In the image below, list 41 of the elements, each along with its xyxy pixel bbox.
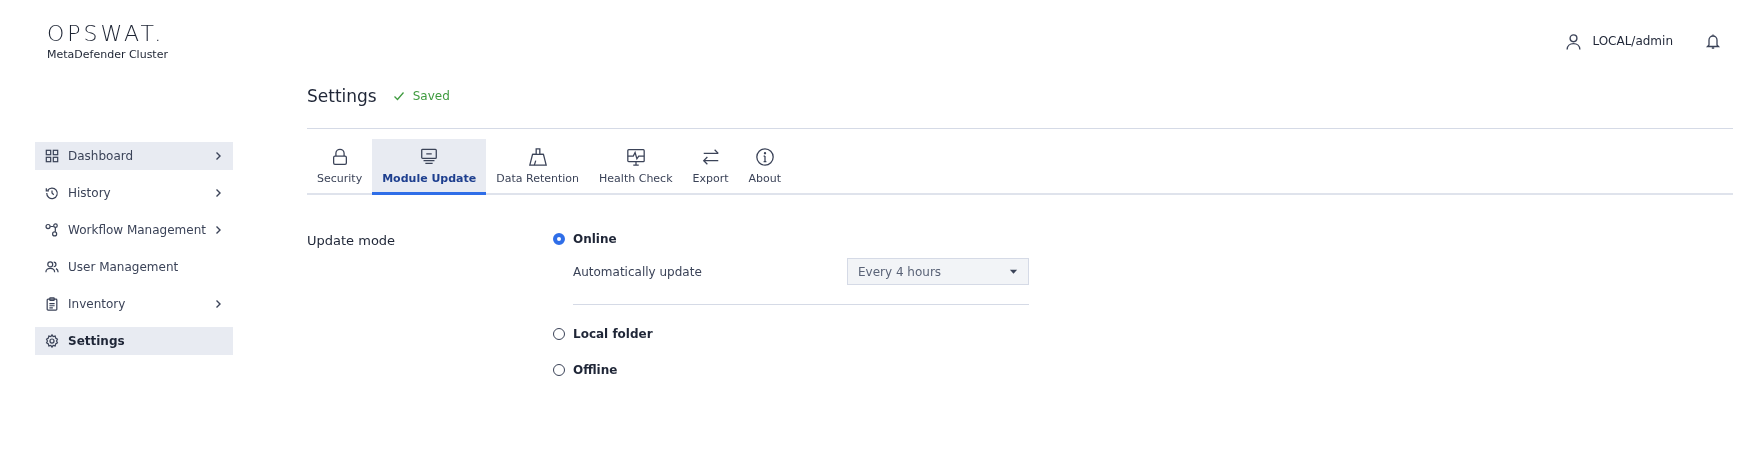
sidebar-item[interactable]: Inventory	[35, 290, 233, 318]
tab[interactable]: Data Retention	[486, 139, 590, 195]
grid-icon	[45, 149, 59, 163]
sidebar-item[interactable]: Dashboard	[35, 142, 233, 170]
caret-icon	[1009, 268, 1018, 275]
product-name: MetaDefender Cluster	[47, 48, 169, 61]
tab[interactable]: Module Update	[372, 139, 487, 195]
clipboard-icon	[45, 297, 59, 311]
heartbeat-monitor-icon	[625, 147, 646, 167]
page-title: Settings	[307, 86, 377, 106]
sidebar-item[interactable]: Workflow Management	[35, 216, 233, 244]
workflow-icon	[45, 223, 59, 237]
radio-label[interactable]: Offline	[573, 363, 618, 377]
info-icon	[754, 147, 775, 167]
logo: OPSWAT.	[47, 22, 166, 46]
tab[interactable]: About	[738, 139, 792, 195]
field-label: Update mode	[307, 232, 397, 250]
sidebar-item[interactable]: History	[35, 179, 233, 207]
notification-bell-icon[interactable]	[1705, 33, 1721, 49]
tab[interactable]: Export	[682, 139, 739, 195]
radio-button[interactable]	[553, 364, 565, 376]
monitor-icon	[419, 147, 440, 167]
swap-arrows-icon	[700, 147, 721, 167]
setting-label: Automatically update	[573, 264, 702, 279]
sidebar-item[interactable]: Settings	[35, 327, 233, 355]
saved-status: Saved	[412, 89, 450, 103]
radio-label[interactable]: Online	[573, 232, 617, 246]
tab[interactable]: Health Check	[589, 139, 683, 195]
users-icon	[45, 260, 59, 274]
brush-icon	[527, 147, 548, 167]
user-icon[interactable]	[1565, 32, 1583, 50]
interval-dropdown[interactable]: Every 4 hours	[847, 258, 1029, 285]
history-icon	[45, 186, 59, 200]
tab[interactable]: Security	[307, 139, 373, 195]
sidebar-item[interactable]: User Management	[35, 253, 233, 281]
check-icon	[392, 90, 405, 102]
radio-button[interactable]	[553, 328, 565, 340]
radio-label[interactable]: Local folder	[573, 327, 653, 341]
user-name[interactable]: LOCAL/admin	[1592, 34, 1673, 48]
radio-button[interactable]	[553, 233, 565, 245]
settings-icon	[45, 334, 59, 348]
